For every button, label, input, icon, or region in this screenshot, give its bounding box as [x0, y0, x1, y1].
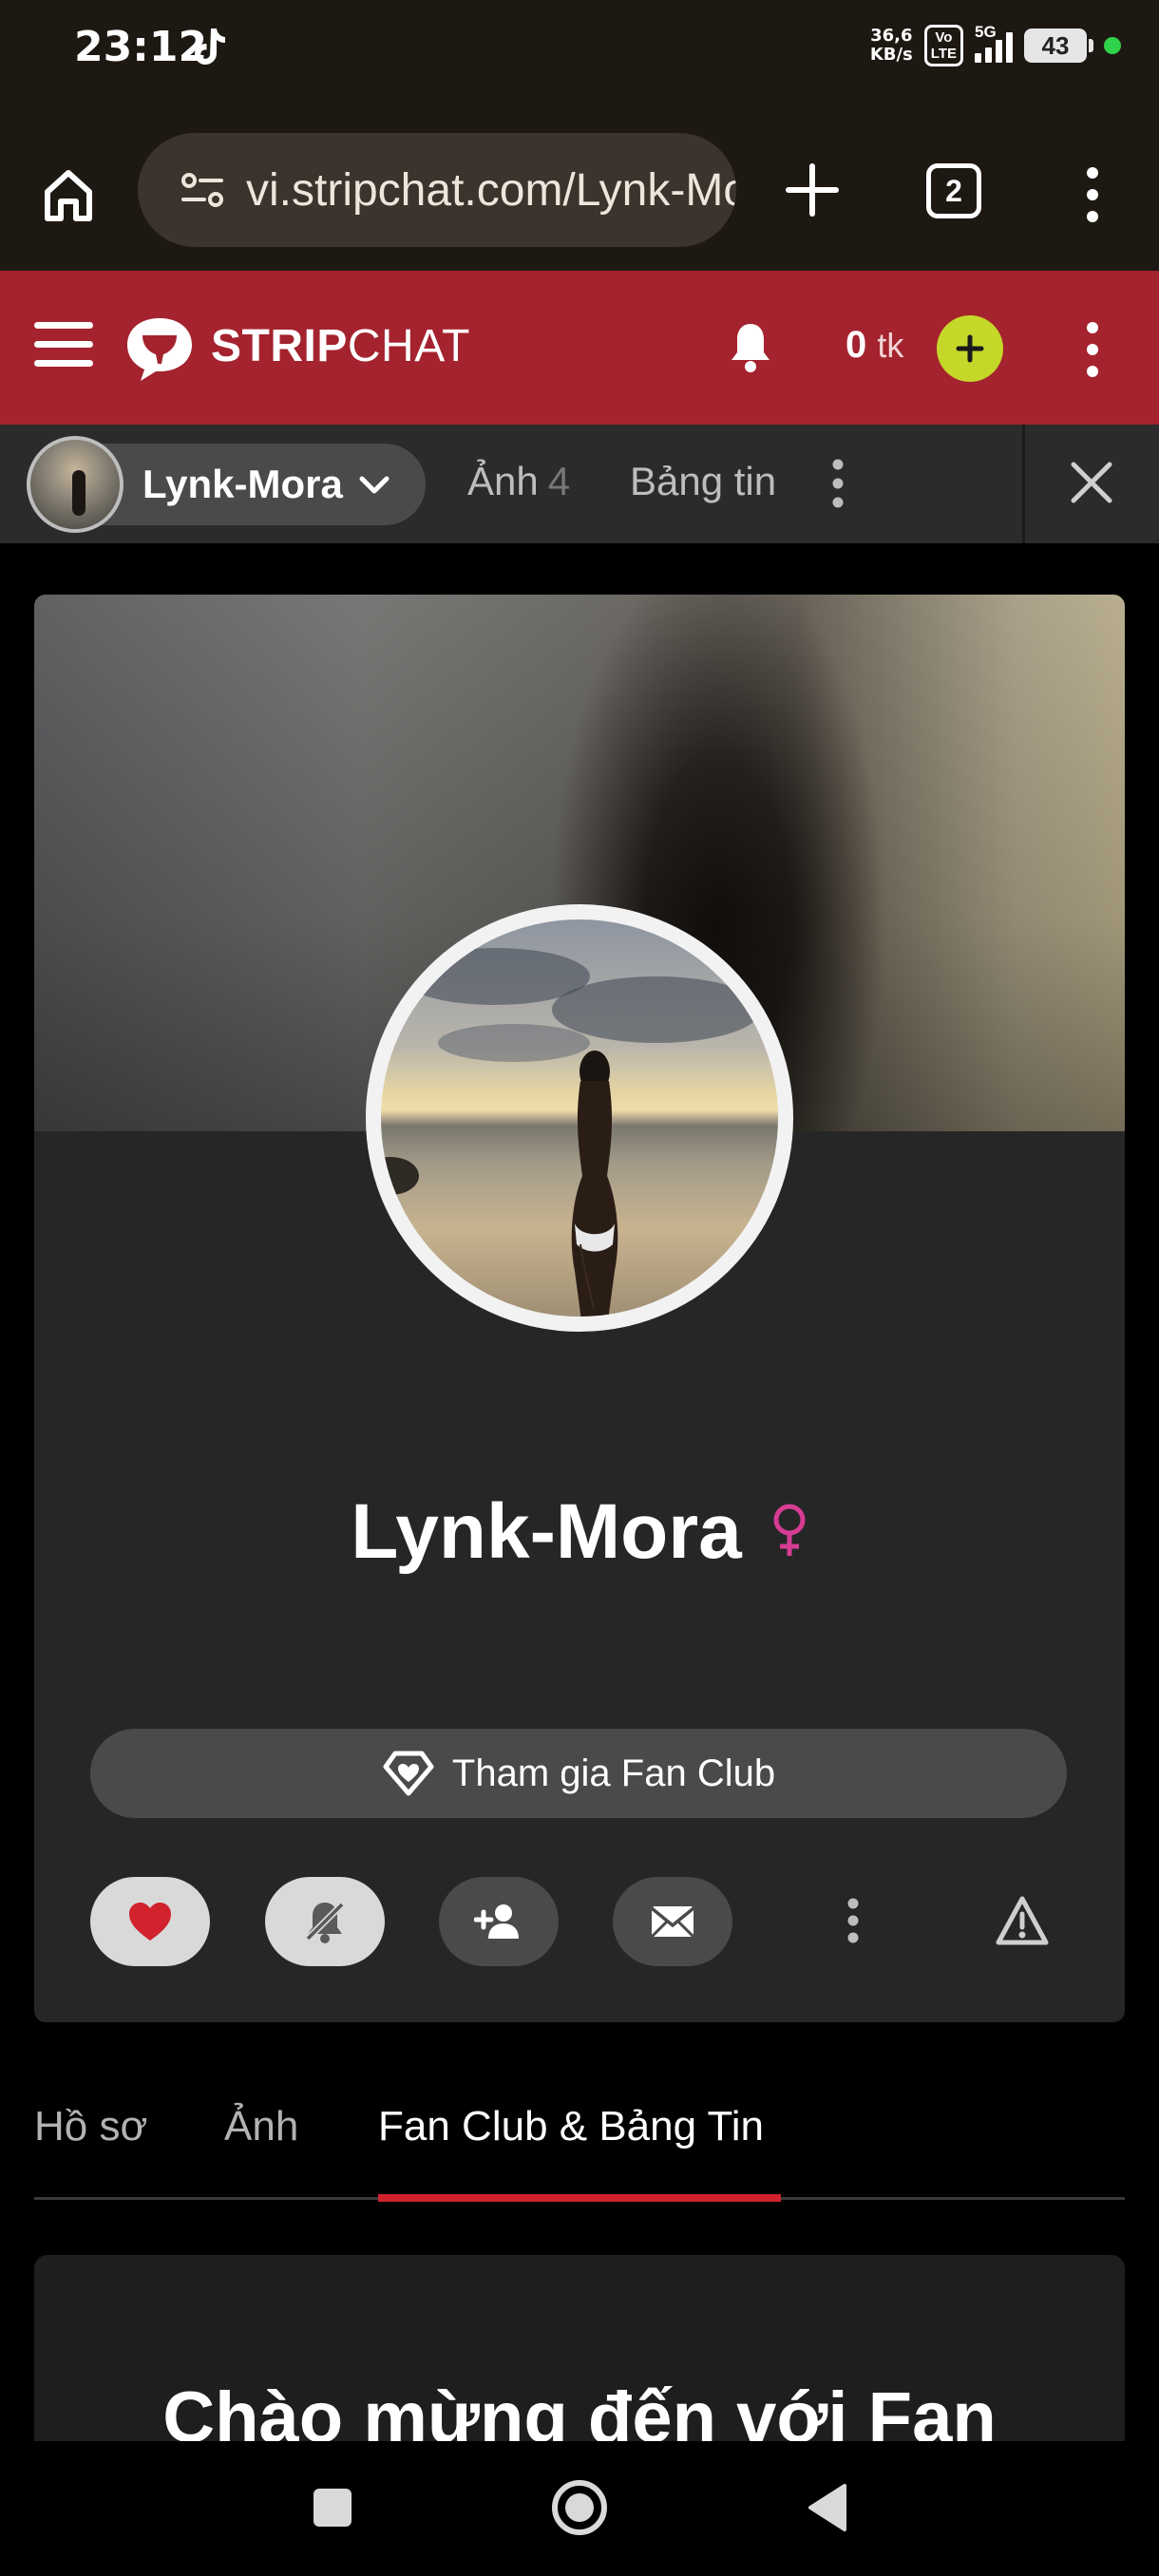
browser-toolbar: vi.stripchat.com/Lynk-Mora 2: [0, 104, 1159, 271]
send-message-button[interactable]: [613, 1877, 732, 1966]
add-user-icon: [474, 1904, 519, 1939]
battery-icon: 43: [1024, 28, 1093, 63]
heart-icon: [129, 1903, 171, 1941]
site-settings-icon[interactable]: [178, 165, 227, 215]
site-header: STRIPCHAT 0 tk: [0, 271, 1159, 425]
tab-fan-club-feed[interactable]: Fan Club & Bảng Tin: [378, 2103, 764, 2150]
back-button[interactable]: [788, 2470, 864, 2546]
volte-top: Vo: [935, 29, 953, 46]
recents-button[interactable]: [294, 2470, 370, 2546]
profile-tabs: Hồ sơ Ảnh Fan Club & Bảng Tin: [34, 2076, 1125, 2202]
address-bar[interactable]: vi.stripchat.com/Lynk-Mora: [138, 133, 736, 247]
tab-count: 2: [945, 173, 962, 208]
plus-icon: [956, 334, 984, 363]
buy-tokens-button[interactable]: [937, 315, 1003, 382]
profile-name: Lynk-Mora: [34, 1487, 1125, 1577]
model-avatar-small: [27, 436, 124, 533]
tab-profile[interactable]: Hồ sơ: [34, 2103, 147, 2150]
status-icons: 36,6 KB/s Vo LTE 5G 43: [870, 23, 1121, 66]
active-tab-indicator: [378, 2194, 781, 2202]
tiktok-icon: [195, 28, 225, 65]
url-text: vi.stripchat.com/Lynk-Mora: [246, 164, 736, 216]
subscribe-button[interactable]: [439, 1877, 559, 1966]
model-switcher-chip[interactable]: Lynk-Mora: [27, 436, 426, 533]
subnav-more-icon[interactable]: [826, 455, 849, 512]
circle-home-icon: [552, 2480, 607, 2535]
clock: 23:12: [74, 23, 208, 71]
subnav-feed-label: Bảng tin: [630, 459, 777, 503]
token-amount: 0: [846, 324, 867, 366]
female-icon: [773, 1504, 806, 1557]
signal-icon: 5G: [975, 23, 1013, 63]
token-unit: tk: [877, 326, 904, 365]
square-icon: [314, 2489, 352, 2527]
notifications-bell-icon[interactable]: [727, 318, 774, 375]
back-triangle-icon: [808, 2484, 846, 2531]
envelope-icon: [650, 1906, 695, 1939]
stripchat-logo-icon[interactable]: [124, 314, 196, 383]
mute-notifications-button[interactable]: [265, 1877, 385, 1966]
logo-bold: STRIP: [211, 321, 348, 371]
net-speed-value: 36,6: [870, 26, 913, 46]
profile-actions: [34, 1877, 1125, 1968]
more-vertical-icon: [847, 1898, 859, 1943]
profile-card: Lynk-Mora Tham gia Fan Club: [34, 595, 1125, 2022]
model-name-chip: Lynk-Mora: [142, 462, 343, 506]
divider: [1022, 425, 1025, 543]
more-actions-button[interactable]: [825, 1892, 882, 1949]
close-icon[interactable]: [1064, 455, 1119, 510]
subnav-feed-link[interactable]: Bảng tin: [630, 459, 776, 504]
profile-avatar[interactable]: [366, 904, 793, 1332]
subnav-photos-link[interactable]: Ảnh 4: [467, 459, 570, 504]
home-icon[interactable]: [34, 161, 103, 230]
join-fan-club-button[interactable]: Tham gia Fan Club: [90, 1729, 1067, 1818]
token-balance[interactable]: 0 tk: [846, 324, 903, 367]
warning-triangle-icon: [996, 1896, 1049, 1945]
network-type: 5G: [975, 23, 997, 41]
tab-photos[interactable]: Ảnh: [224, 2103, 298, 2150]
favorite-button[interactable]: [90, 1877, 210, 1966]
model-sub-nav: Lynk-Mora Ảnh 4 Bảng tin: [0, 425, 1159, 543]
network-speed: 36,6 KB/s: [870, 27, 913, 65]
browser-menu-icon[interactable]: [1069, 161, 1116, 228]
battery-level: 43: [1041, 30, 1070, 60]
subnav-photos-label: Ảnh: [467, 459, 539, 503]
privacy-indicator-dot: [1104, 37, 1121, 54]
volte-bottom: LTE: [930, 46, 957, 62]
status-bar: 23:12 36,6 KB/s Vo LTE 5G 43: [0, 0, 1159, 104]
photo-figure: [571, 1051, 618, 1316]
subnav-photos-count: 4: [547, 459, 571, 503]
new-tab-icon[interactable]: [779, 157, 846, 223]
logo-light: CHAT: [347, 321, 470, 371]
volte-icon: Vo LTE: [923, 25, 963, 66]
bell-off-icon: [305, 1902, 345, 1943]
diamond-heart-icon: [383, 1751, 434, 1796]
profile-name-text: Lynk-Mora: [351, 1488, 742, 1575]
fan-club-label: Tham gia Fan Club: [451, 1752, 776, 1794]
chevron-down-icon: [359, 476, 390, 494]
stripchat-logo-text[interactable]: STRIPCHAT: [211, 320, 470, 372]
header-more-icon[interactable]: [1078, 318, 1107, 381]
net-speed-unit: KB/s: [869, 45, 913, 65]
report-button[interactable]: [994, 1892, 1051, 1949]
system-navigation-bar: [0, 2441, 1159, 2576]
home-nav-button[interactable]: [542, 2470, 618, 2546]
tab-switcher-button[interactable]: 2: [926, 163, 981, 218]
hamburger-menu-icon[interactable]: [34, 322, 93, 373]
